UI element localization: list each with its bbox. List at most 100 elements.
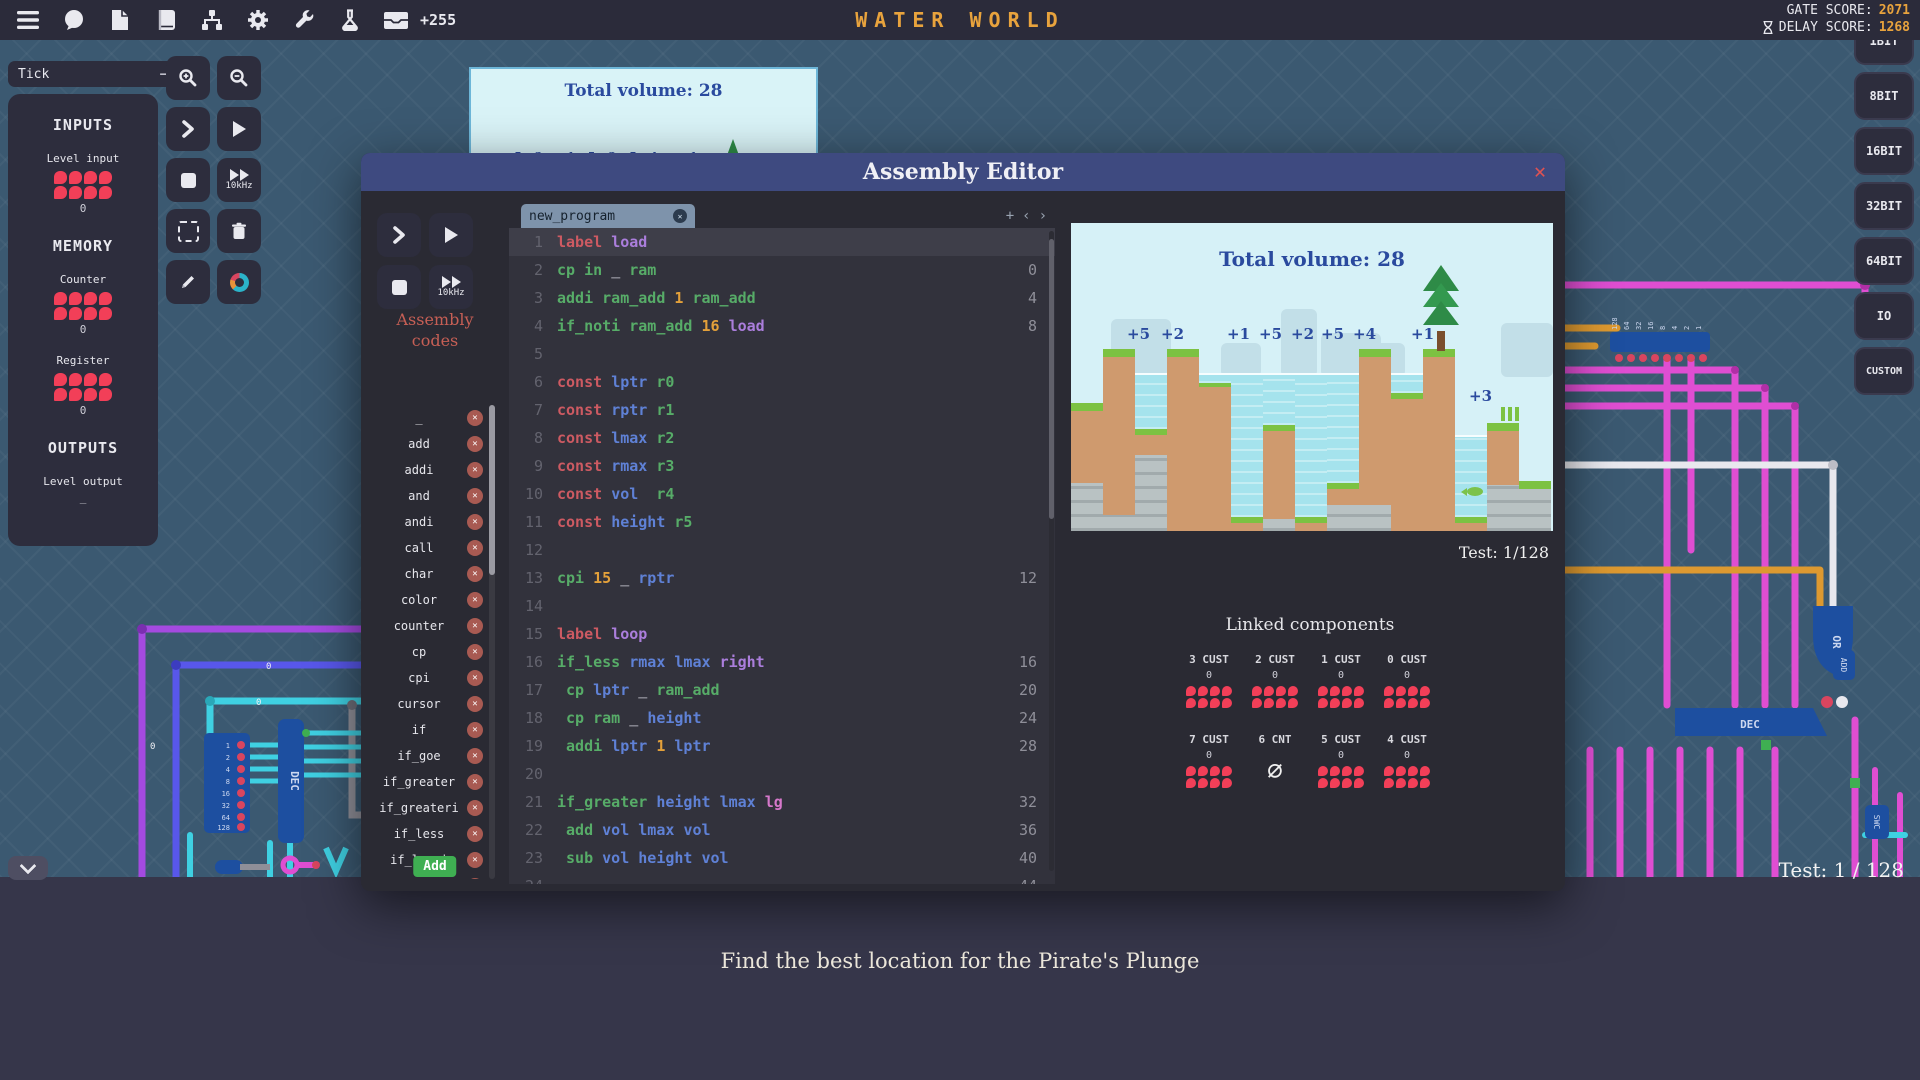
delete-code-button[interactable]: ✕ — [467, 852, 483, 868]
delete-code-button[interactable]: ✕ — [467, 618, 483, 634]
delete-code-button[interactable]: ✕ — [467, 436, 483, 452]
line-code: if_greater height lmax lg — [557, 793, 783, 811]
delete-code-button[interactable]: ✕ — [467, 722, 483, 738]
assembly-code-item[interactable]: call ✕ — [371, 535, 483, 561]
asm-fast-forward-button[interactable]: 10kHz — [429, 265, 473, 309]
delete-code-button[interactable]: ✕ — [467, 774, 483, 790]
assembly-code-item[interactable]: cp ✕ — [371, 639, 483, 665]
assembly-sidebar: 10kHz Assembly codes _ ✕ add ✕ addi ✕ and ✕ andi… — [361, 191, 509, 891]
assembly-code-item[interactable]: addi ✕ — [371, 457, 483, 483]
paint-button[interactable] — [217, 260, 261, 304]
delete-code-button[interactable]: ✕ — [467, 514, 483, 530]
close-tab-button[interactable]: ✕ — [673, 209, 687, 223]
edit-button[interactable] — [166, 260, 210, 304]
delete-button[interactable] — [217, 209, 261, 253]
delete-code-button[interactable]: ✕ — [467, 540, 483, 556]
asm-step-button[interactable] — [377, 213, 421, 257]
instruction-address: 16 — [1018, 653, 1037, 671]
led-display — [1384, 766, 1430, 788]
tick-selector[interactable]: Tick – — [8, 61, 178, 87]
instruction-address: 44 — [1019, 877, 1037, 884]
delete-code-button[interactable]: ✕ — [467, 696, 483, 712]
category-button-custom[interactable]: CUSTOM — [1854, 347, 1914, 395]
line-number: 4 — [533, 317, 543, 335]
category-button-64bit[interactable]: 64BIT — [1854, 237, 1914, 285]
close-dialog-button[interactable]: ✕ — [1527, 158, 1553, 184]
delete-code-button[interactable]: ✕ — [467, 592, 483, 608]
led — [1198, 778, 1208, 788]
grass-cap — [1103, 349, 1135, 357]
prev-tab-button[interactable]: ‹ — [1022, 208, 1030, 224]
asm-stop-button[interactable] — [377, 265, 421, 309]
editor-line: 24 44 — [509, 872, 1055, 884]
dialog-titlebar[interactable]: Assembly Editor ✕ — [361, 153, 1565, 191]
assembly-code-item[interactable]: if_greateri ✕ — [371, 795, 483, 821]
stop-button[interactable] — [166, 158, 210, 202]
add-code-button[interactable]: Add — [413, 856, 457, 877]
category-button-8bit[interactable]: 8BIT — [1854, 72, 1914, 120]
step-button[interactable] — [166, 107, 210, 151]
assembly-code-item[interactable]: if_less ✕ — [371, 821, 483, 847]
codes-scrollbar[interactable] — [489, 405, 495, 879]
svg-text:0: 0 — [266, 662, 271, 672]
delete-code-button[interactable]: ✕ — [467, 410, 483, 426]
delete-code-button[interactable]: ✕ — [467, 670, 483, 686]
instruction-address: 12 — [1018, 569, 1037, 587]
level-output-label: Level output — [43, 475, 123, 488]
editor-line: 13 cpi 15 _ rptr 12 — [509, 564, 1055, 592]
led — [1318, 766, 1328, 776]
next-tab-button[interactable]: › — [1039, 208, 1047, 224]
svg-text:1: 1 — [226, 742, 230, 750]
code-text-area[interactable]: 1 label load 2 cp in _ ram 0 3 addi ram_add 1 … — [509, 228, 1055, 884]
category-button-16bit[interactable]: 16BIT — [1854, 127, 1914, 175]
line-code: addi ram_add 1 ram_add — [557, 289, 756, 307]
category-button-32bit[interactable]: 32BIT — [1854, 182, 1914, 230]
assembly-code-name: _ — [415, 411, 423, 425]
asm-play-button[interactable] — [429, 213, 473, 257]
tab-label: new_program — [529, 208, 616, 224]
collapse-bottom-panel-button[interactable] — [8, 856, 48, 880]
delete-code-button[interactable]: ✕ — [467, 462, 483, 478]
assembly-code-item[interactable]: color ✕ — [371, 587, 483, 613]
editor-scrollbar[interactable] — [1049, 231, 1054, 871]
led — [1264, 686, 1274, 696]
tab-new-program[interactable]: new_program ✕ — [521, 204, 695, 228]
line-number: 12 — [524, 541, 543, 559]
delete-code-button[interactable]: ✕ — [467, 800, 483, 816]
assembly-code-item[interactable]: if ✕ — [371, 717, 483, 743]
assembly-code-item[interactable]: if_goe ✕ — [371, 743, 483, 769]
delete-code-button[interactable]: ✕ — [467, 878, 483, 879]
play-button[interactable] — [217, 107, 261, 151]
line-code: label load — [557, 233, 648, 251]
assembly-code-item[interactable]: cpi ✕ — [371, 665, 483, 691]
zoom-out-button[interactable] — [217, 56, 261, 100]
assembly-code-item[interactable]: counter ✕ — [371, 613, 483, 639]
select-button[interactable] — [166, 209, 210, 253]
delete-code-button[interactable]: ✕ — [467, 748, 483, 764]
category-button-io[interactable]: IO — [1854, 292, 1914, 340]
led — [1420, 778, 1430, 788]
led-display — [1318, 766, 1364, 788]
zoom-in-button[interactable] — [166, 56, 210, 100]
fast-forward-speed-label: 10kHz — [437, 288, 465, 298]
assembly-code-item[interactable]: cursor ✕ — [371, 691, 483, 717]
led — [1198, 686, 1208, 696]
assembly-code-item[interactable]: add ✕ — [371, 431, 483, 457]
delete-code-button[interactable]: ✕ — [467, 488, 483, 504]
assembly-code-item[interactable]: andi ✕ — [371, 509, 483, 535]
new-tab-button[interactable]: + — [1006, 208, 1014, 224]
assembly-code-item[interactable]: and ✕ — [371, 483, 483, 509]
assembly-code-item[interactable]: _ ✕ — [371, 405, 483, 431]
led — [54, 171, 67, 184]
led — [1276, 698, 1286, 708]
linked-component-value: 0 — [1205, 670, 1213, 681]
delete-code-button[interactable]: ✕ — [467, 644, 483, 660]
line-number: 15 — [524, 625, 543, 643]
stone-block — [1487, 485, 1519, 531]
assembly-code-item[interactable]: if_greater ✕ — [371, 769, 483, 795]
assembly-code-item[interactable]: char ✕ — [371, 561, 483, 587]
delete-code-button[interactable]: ✕ — [467, 566, 483, 582]
fast-forward-button[interactable]: 10kHz — [217, 158, 261, 202]
delete-code-button[interactable]: ✕ — [467, 826, 483, 842]
led — [1186, 766, 1196, 776]
